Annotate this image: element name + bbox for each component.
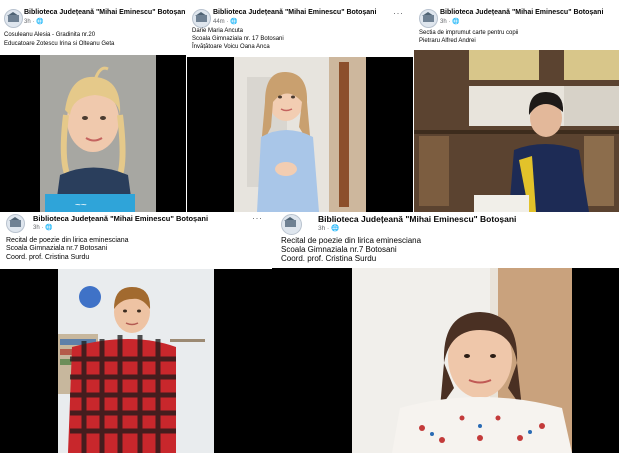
post-5: Biblioteca Județeană "Mihai Eminescu" Bo… — [272, 213, 619, 453]
video-frame — [234, 57, 366, 212]
page-name[interactable]: Biblioteca Județeană "Mihai Eminescu" Bo… — [440, 9, 603, 16]
video-frame — [352, 268, 572, 453]
svg-text:~~: ~~ — [75, 200, 87, 211]
page-avatar[interactable] — [192, 9, 211, 28]
post-time[interactable]: 3h · 🌐 — [440, 18, 460, 25]
post-line-1: Recital de poezie din lirica eminesciana — [281, 236, 422, 245]
post-line-2: Scoala Gimnaziala nr.7 Botosani — [6, 245, 108, 252]
globe-icon: 🌐 — [45, 225, 53, 231]
page-avatar[interactable] — [4, 9, 23, 28]
post-time-label: 3h — [33, 225, 40, 231]
page-avatar[interactable] — [419, 9, 438, 28]
more-options-icon[interactable]: ··· — [393, 8, 404, 18]
post-time-label: 3h — [440, 19, 447, 25]
page-name[interactable]: Biblioteca Județeană "Mihai Eminescu" Bo… — [213, 9, 376, 16]
video-frame: ~~ — [40, 55, 156, 212]
video-player[interactable] — [187, 57, 413, 212]
post-line-2: Scoala Gimnaziala nr. 17 Botosani — [192, 36, 284, 42]
post-time-label: 3h — [318, 225, 326, 232]
globe-icon: 🌐 — [452, 19, 460, 25]
video-player[interactable]: ~~ — [0, 55, 186, 212]
post-line-1: Darie Maria Ancuta — [192, 28, 244, 34]
more-options-icon[interactable]: ··· — [252, 213, 263, 223]
post-line-2: Educatoare Zotescu Irina si Olteanu Geta — [4, 41, 115, 47]
page-name[interactable]: Biblioteca Județeană "Mihai Eminescu" Bo… — [318, 214, 516, 224]
post-time[interactable]: 3h · 🌐 — [318, 224, 339, 232]
post-1: Biblioteca Județeană "Mihai Eminescu" Bo… — [0, 0, 186, 212]
globe-icon: 🌐 — [230, 19, 238, 25]
post-line-2: Scoala Gimnaziala nr.7 Botosani — [281, 245, 397, 254]
video-player[interactable] — [414, 50, 619, 212]
page-name[interactable]: Biblioteca Județeană "Mihai Eminescu" Bo… — [24, 9, 186, 16]
post-line-3: Coord. prof. Cristina Surdu — [6, 254, 90, 261]
post-4: Biblioteca Județeană "Mihai Eminescu" Bo… — [0, 213, 272, 453]
post-time-label: 3h — [24, 19, 31, 25]
video-frame — [414, 50, 619, 212]
post-time[interactable]: 3h · 🌐 — [33, 224, 53, 231]
post-line-1: Sectia de imprumut carte pentru copii — [419, 30, 519, 36]
post-line-2: Pietraru Alfred Andrei — [419, 38, 476, 44]
video-player[interactable] — [0, 269, 272, 453]
post-2: Biblioteca Județeană "Mihai Eminescu" Bo… — [187, 0, 413, 212]
page-name[interactable]: Biblioteca Județeană "Mihai Eminescu" Bo… — [33, 214, 208, 223]
post-line-1: Cosuleanu Alesia - Gradinita nr.20 — [4, 32, 96, 38]
post-time[interactable]: 3h · 🌐 — [24, 18, 44, 25]
globe-icon: 🌐 — [36, 19, 44, 25]
post-time[interactable]: 44m · 🌐 — [213, 18, 238, 25]
post-line-3: Învățătoare Voicu Oana Anca — [192, 44, 270, 50]
post-time-label: 44m — [213, 19, 225, 25]
post-3: Biblioteca Județeană "Mihai Eminescu" Bo… — [414, 0, 619, 212]
page-avatar[interactable] — [6, 214, 25, 233]
page-avatar[interactable] — [281, 214, 302, 235]
video-player[interactable] — [272, 268, 619, 453]
video-frame — [58, 269, 214, 453]
post-line-3: Coord. prof. Cristina Surdu — [281, 254, 377, 263]
globe-icon: 🌐 — [331, 225, 340, 232]
